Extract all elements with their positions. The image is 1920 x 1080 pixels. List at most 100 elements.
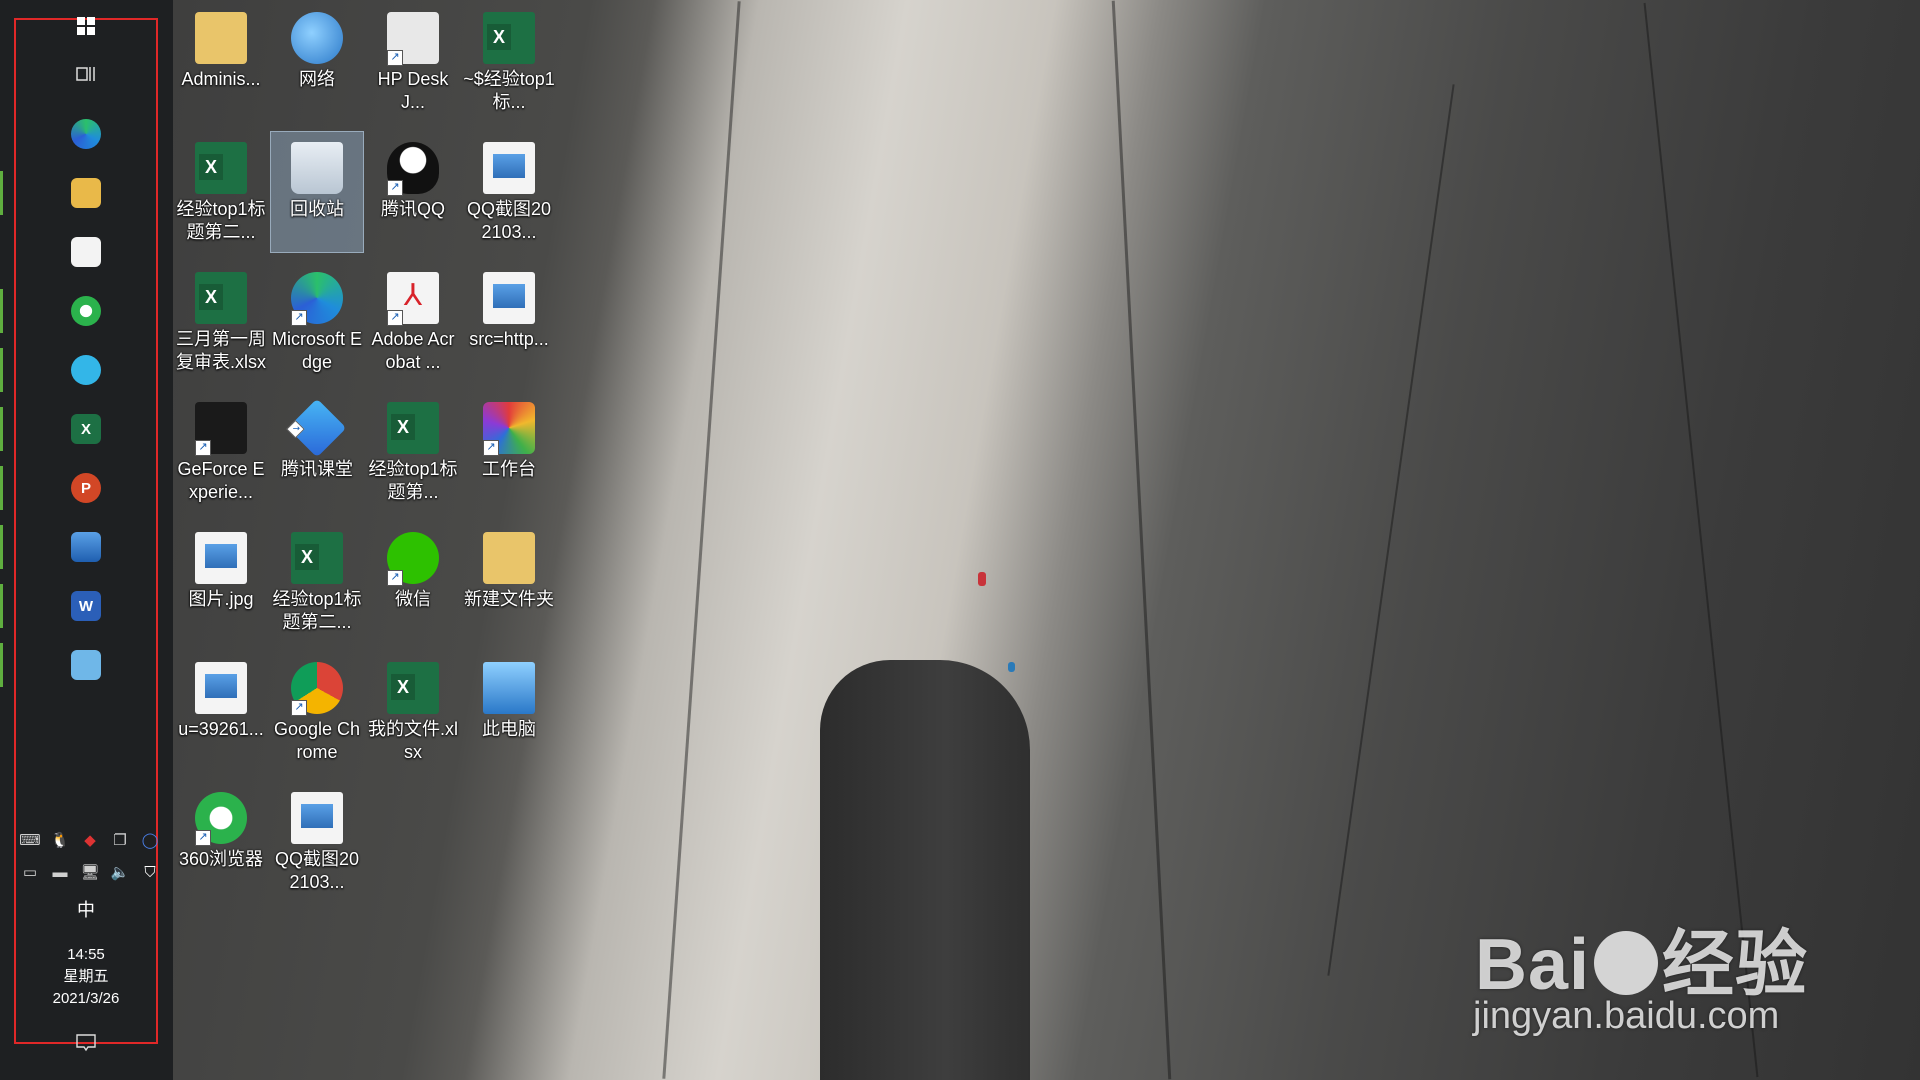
user-folder-icon xyxy=(195,12,247,64)
taskbar-app-photos[interactable] xyxy=(60,521,112,573)
antivirus-icon[interactable]: ◆ xyxy=(80,830,100,850)
desktop-icon[interactable]: QQ截图202103... xyxy=(463,132,555,252)
workbench-icon: ↗ xyxy=(483,402,535,456)
taskbar-app-store[interactable] xyxy=(60,226,112,278)
network-tray-icon[interactable]: 🖥 xyxy=(80,862,100,882)
desktop-icon[interactable]: 图片.jpg xyxy=(175,522,267,642)
wechat-icon: ↗ xyxy=(387,532,439,586)
baidu-paw-icon xyxy=(1594,931,1659,995)
running-indicator xyxy=(0,289,3,333)
image-file-icon xyxy=(195,662,247,714)
desktop-icon[interactable]: 经验top1标题第... xyxy=(367,392,459,512)
taskbar-app-app-blue[interactable] xyxy=(60,344,112,396)
tray-row-top: ⌨ 🐧 ◆ ❐ ◯ xyxy=(19,830,160,850)
desktop-icon-label: QQ截图202103... xyxy=(466,199,552,242)
desktop-icon-label: GeForce Experie... xyxy=(177,459,265,502)
desktop-icon[interactable]: ↗ 腾讯QQ xyxy=(367,132,459,252)
desktop-icon-label: 腾讯课堂 xyxy=(281,459,353,479)
desktop-icon[interactable]: 经验top1标题第二... xyxy=(175,132,267,252)
running-indicator xyxy=(0,407,3,451)
desktop-icon[interactable]: 回收站 xyxy=(270,131,364,253)
desktop-icon-label: 我的文件.xlsx xyxy=(368,719,458,762)
desktop-icon[interactable]: 经验top1标题第二... xyxy=(271,522,363,642)
touchpad-icon[interactable]: ▭ xyxy=(20,862,40,882)
desktop-icon-label: 工作台 xyxy=(482,459,536,479)
desktop-icon-label: 微信 xyxy=(395,589,431,609)
keyboard-icon[interactable]: ⌨ xyxy=(19,830,41,850)
battery-icon[interactable]: ▬ xyxy=(50,862,70,882)
desktop-icon[interactable]: 此电脑 xyxy=(463,652,555,772)
desktop-icon-label: 网络 xyxy=(299,69,335,89)
qq-tray-icon[interactable]: 🐧 xyxy=(50,830,70,850)
desktop-icon[interactable]: ↗ 腾讯课堂 xyxy=(271,392,363,512)
taskbar-app-powerpoint[interactable]: P xyxy=(60,462,112,514)
thumbnail-graphic xyxy=(493,154,525,178)
start-button[interactable] xyxy=(60,0,112,52)
desktop-icon-label: 新建文件夹 xyxy=(464,589,554,609)
desktop-icon-label: 三月第一周复审表.xlsx xyxy=(176,329,266,372)
taskbar-app-control-app[interactable] xyxy=(60,639,112,691)
shortcut-arrow-icon: ↗ xyxy=(387,50,403,66)
desktop-icon[interactable]: ↗ HP DeskJ... xyxy=(367,2,459,122)
desktop-icon[interactable]: ~$经验top1标... xyxy=(463,2,555,122)
store-icon xyxy=(71,237,101,267)
acrobat-glyph: ⅄ xyxy=(403,279,423,312)
thumbnail-graphic xyxy=(205,674,237,698)
desktop-icon[interactable]: ↗ 工作台 xyxy=(463,392,555,512)
volume-icon[interactable]: 🔈 xyxy=(110,862,130,882)
desktop-icon[interactable]: ↗ GeForce Experie... xyxy=(175,392,267,512)
desktop-icon[interactable]: QQ截图202103... xyxy=(271,782,363,902)
shield-icon[interactable]: ⛉ xyxy=(140,862,160,882)
shortcut-arrow-icon: ↗ xyxy=(286,420,305,439)
desktop-icon[interactable]: ⅄ ↗ Adobe Acrobat ... xyxy=(367,262,459,382)
pen-app-icon xyxy=(71,355,101,385)
taskbar-app-browser-360[interactable] xyxy=(60,285,112,337)
recycle-bin-icon xyxy=(291,142,343,194)
taskbar-app-word[interactable]: W xyxy=(60,580,112,632)
desktop-icon-label: 360浏览器 xyxy=(178,849,264,869)
shortcut-arrow-icon: ↗ xyxy=(195,830,211,846)
desktop-icon-label: QQ截图202103... xyxy=(274,849,360,892)
desktop-icon[interactable]: ↗ Google Chrome xyxy=(271,652,363,772)
desktop-icon[interactable]: u=39261... xyxy=(175,652,267,772)
desktop-icon-label: Adminis... xyxy=(181,69,261,89)
desktop-icon[interactable]: Adminis... xyxy=(175,2,267,122)
image-file-icon xyxy=(483,272,535,324)
excel-file-icon xyxy=(387,402,439,454)
desktop-icon[interactable]: 网络 xyxy=(271,2,363,122)
clock-time[interactable]: 14:55 xyxy=(14,944,158,966)
thumbnail-graphic xyxy=(493,284,525,308)
desktop-icon[interactable]: ↗ Microsoft Edge xyxy=(271,262,363,382)
clock-date[interactable]: 2021/3/26 xyxy=(14,988,158,1010)
qq-icon: ↗ xyxy=(387,142,439,196)
task-view-button[interactable] xyxy=(60,48,112,100)
desktop-icon[interactable]: 新建文件夹 xyxy=(463,522,555,642)
desktop-icon-label: 经验top1标题第二... xyxy=(176,199,266,242)
desktop-icon[interactable]: 我的文件.xlsx xyxy=(367,652,459,772)
desktop-icon[interactable]: ↗ 360浏览器 xyxy=(175,782,267,902)
desktop-icon-label: u=39261... xyxy=(178,719,264,739)
notification-center-button[interactable] xyxy=(60,1018,112,1068)
circle-app-icon[interactable]: ◯ xyxy=(140,830,160,850)
ime-indicator[interactable]: 中 xyxy=(14,896,158,922)
folder-icon xyxy=(71,178,101,208)
photos-icon xyxy=(71,532,101,562)
desktop-icon[interactable]: 三月第一周复审表.xlsx xyxy=(175,262,267,382)
excel-file-icon xyxy=(387,662,439,714)
desktop-icon[interactable]: ↗ 微信 xyxy=(367,522,459,642)
copy-icon[interactable]: ❐ xyxy=(110,830,130,850)
desktop-icon-label: 经验top1标题第二... xyxy=(272,589,362,632)
running-indicator xyxy=(0,171,3,215)
rock-crack xyxy=(1327,84,1455,976)
climber-blue xyxy=(1008,662,1015,672)
taskbar-app-edge[interactable] xyxy=(60,108,112,160)
tencent-classroom-icon: ↗ xyxy=(286,398,347,458)
rock-crack xyxy=(662,1,741,1079)
desktop-icon-label: Microsoft Edge xyxy=(271,329,363,372)
desktop-icon[interactable]: src=http... xyxy=(463,262,555,382)
taskbar-app-file-explorer[interactable] xyxy=(60,167,112,219)
taskbar-app-excel[interactable]: X xyxy=(60,403,112,455)
desktop-icon-label: 此电脑 xyxy=(482,719,536,739)
edge-icon xyxy=(71,119,101,149)
clock-weekday[interactable]: 星期五 xyxy=(14,966,158,988)
